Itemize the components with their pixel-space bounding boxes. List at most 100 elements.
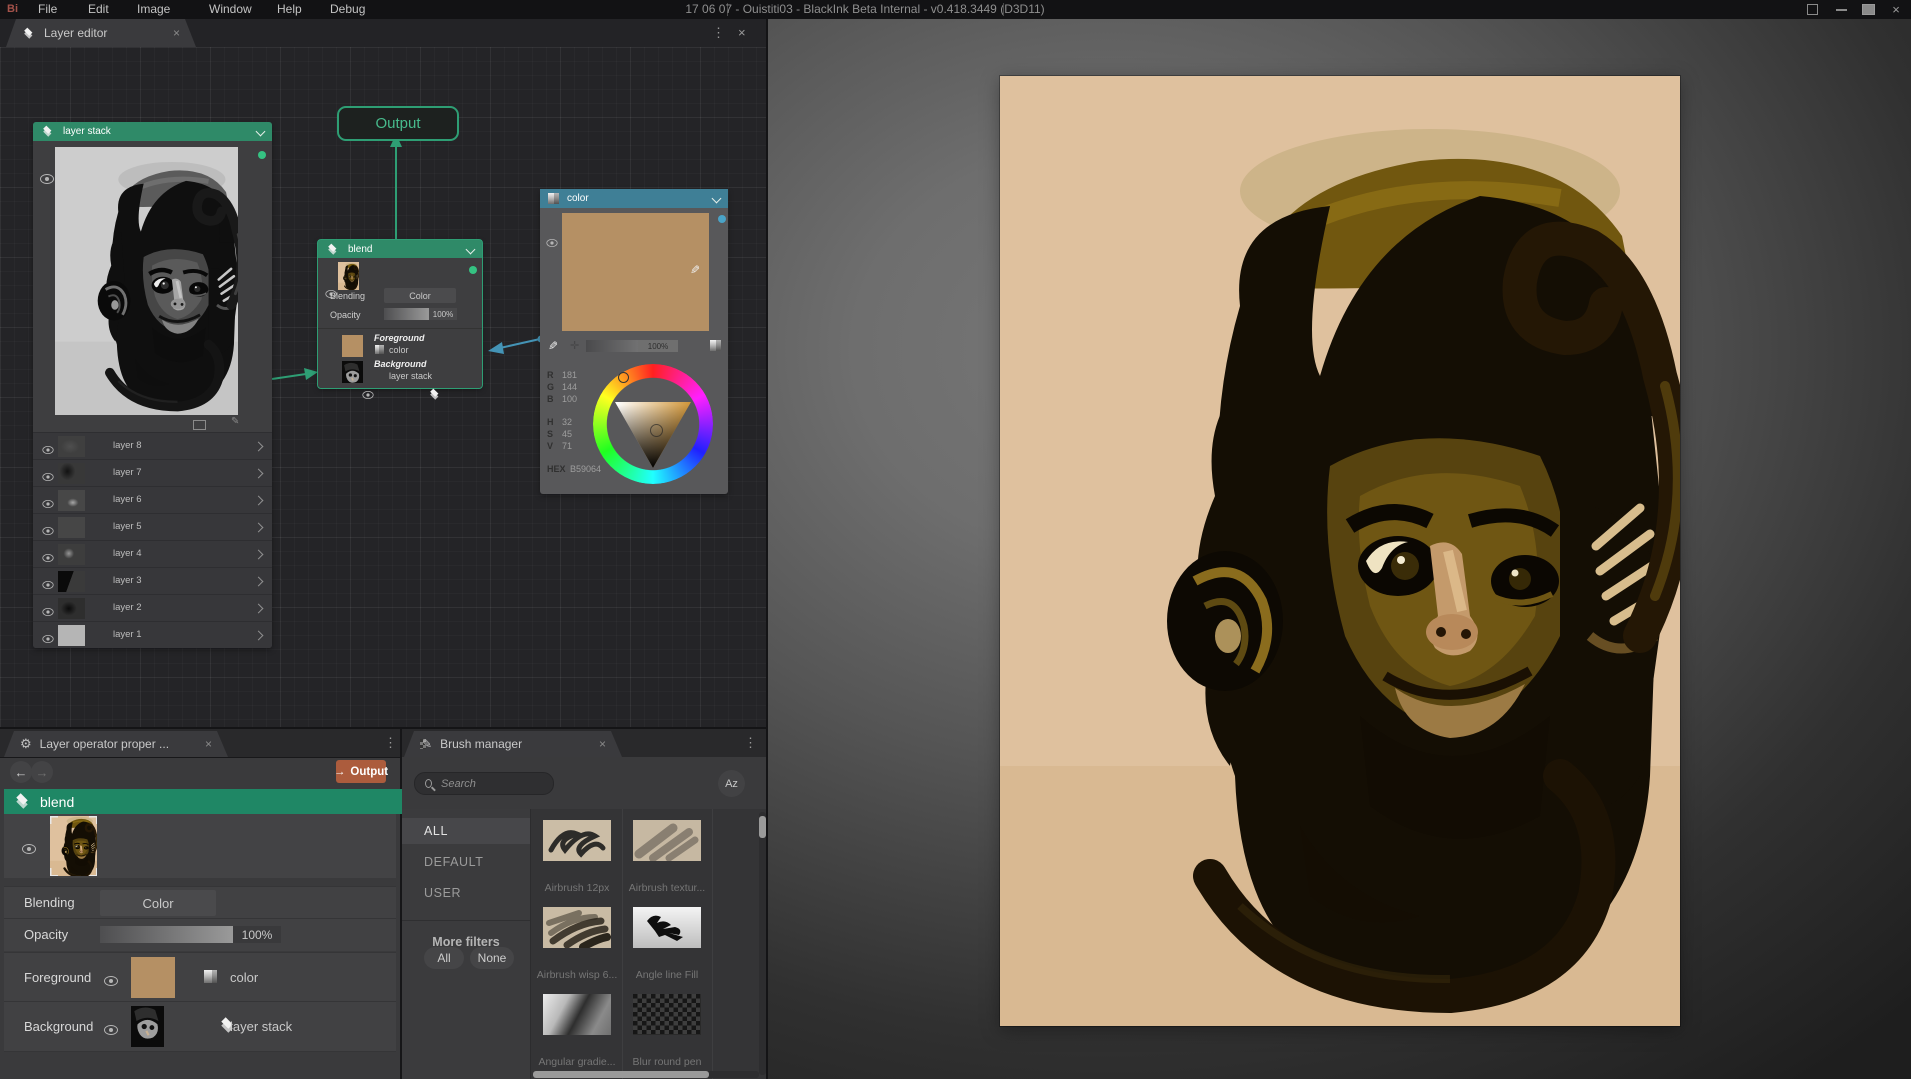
brush-item[interactable]: Airbrush wisp 6... bbox=[533, 901, 621, 987]
menu-edit[interactable]: Edit bbox=[82, 0, 115, 19]
chevron-down-icon[interactable] bbox=[712, 194, 722, 204]
filters-select-all-button[interactable]: All bbox=[424, 947, 464, 969]
gradient-icon[interactable] bbox=[710, 340, 721, 351]
tab-brush-manager[interactable]: ✎ Brush manager × bbox=[404, 731, 622, 757]
history-forward-button[interactable]: → bbox=[31, 761, 53, 783]
blend-node-header[interactable]: blend bbox=[318, 240, 482, 258]
chevron-right-icon[interactable] bbox=[254, 604, 264, 614]
sv-selector[interactable] bbox=[650, 424, 663, 437]
layer-visibility-eye-icon[interactable] bbox=[42, 446, 53, 454]
foreground-swatch[interactable] bbox=[131, 957, 175, 998]
layer-row[interactable]: layer 4 bbox=[33, 540, 272, 568]
node-editor-canvas[interactable]: Output layer stack ✎ layer 8 bbox=[0, 47, 768, 728]
foreground-swatch[interactable] bbox=[342, 335, 363, 357]
window-restore-button[interactable] bbox=[1800, 0, 1824, 19]
background-visibility-eye-icon[interactable] bbox=[362, 391, 373, 399]
chevron-right-icon[interactable] bbox=[254, 469, 264, 479]
horizontal-scrollbar[interactable] bbox=[533, 1071, 759, 1078]
color-swatch-large[interactable] bbox=[562, 213, 709, 331]
blend-node[interactable]: blend Blending Color Opacity 100% Foregr… bbox=[318, 240, 482, 388]
history-back-button[interactable]: ← bbox=[10, 761, 32, 783]
layer-visibility-eye-icon[interactable] bbox=[42, 581, 53, 589]
chevron-right-icon[interactable] bbox=[254, 577, 264, 587]
scrollbar-thumb[interactable] bbox=[533, 1071, 709, 1078]
operator-visibility-eye-icon[interactable] bbox=[22, 844, 36, 854]
eyedropper-icon[interactable]: ✎ bbox=[690, 263, 700, 277]
search-input[interactable] bbox=[439, 777, 543, 791]
chevron-right-icon[interactable] bbox=[254, 442, 264, 452]
layer-row[interactable]: layer 5 bbox=[33, 513, 272, 541]
menu-help[interactable]: Help bbox=[271, 0, 308, 19]
color-node-header[interactable]: color bbox=[540, 189, 728, 208]
layer-stack-node[interactable]: layer stack ✎ layer 8 bbox=[33, 122, 272, 648]
brush-category-user[interactable]: USER bbox=[402, 880, 530, 906]
chevron-right-icon[interactable] bbox=[254, 550, 264, 560]
layer-row[interactable]: layer 2 bbox=[33, 594, 272, 622]
background-thumbnail[interactable] bbox=[131, 1006, 164, 1047]
crosshair-icon[interactable]: ✛ bbox=[570, 339, 579, 352]
tab-close-icon[interactable]: × bbox=[599, 737, 606, 751]
tab-close-icon[interactable]: × bbox=[173, 26, 180, 40]
preview-mode-icon[interactable] bbox=[193, 420, 206, 430]
layer-visibility-eye-icon[interactable] bbox=[42, 608, 53, 616]
layer-row[interactable]: layer 6 bbox=[33, 486, 272, 514]
layer-stack-visibility-eye-icon[interactable] bbox=[40, 174, 54, 184]
sort-alphabetical-button[interactable]: Az bbox=[718, 770, 745, 797]
menu-file[interactable]: File bbox=[32, 0, 63, 19]
brush-item[interactable]: Angular gradie... bbox=[533, 988, 621, 1074]
brush-item[interactable]: Airbrush 12px bbox=[533, 814, 621, 900]
brush-edit-icon[interactable]: ✎ bbox=[231, 416, 239, 427]
tab-layer-editor[interactable]: Layer editor × bbox=[6, 19, 196, 47]
tab-layer-operator-properties[interactable]: ⚙ Layer operator proper ... × bbox=[4, 731, 228, 757]
layer-stack-node-header[interactable]: layer stack bbox=[33, 122, 272, 141]
brush-item[interactable]: Airbrush textur... bbox=[623, 814, 711, 900]
layer-visibility-eye-icon[interactable] bbox=[42, 554, 53, 562]
brush-search-box[interactable] bbox=[414, 772, 554, 795]
output-node[interactable]: Output bbox=[337, 106, 459, 141]
layer-row[interactable]: layer 8 bbox=[33, 432, 272, 460]
layer-visibility-eye-icon[interactable] bbox=[42, 635, 53, 643]
operator-result-thumbnail[interactable] bbox=[50, 816, 97, 876]
operator-header[interactable]: blend bbox=[4, 789, 420, 814]
chevron-down-icon[interactable] bbox=[256, 127, 266, 137]
chevron-right-icon[interactable] bbox=[254, 631, 264, 641]
background-visibility-eye-icon[interactable] bbox=[104, 1025, 118, 1035]
opacity-slider[interactable] bbox=[100, 926, 233, 943]
canvas-workspace[interactable] bbox=[768, 19, 1911, 1079]
filters-select-none-button[interactable]: None bbox=[470, 947, 514, 969]
foreground-visibility-eye-icon[interactable] bbox=[104, 976, 118, 986]
layer-row[interactable]: layer 1 bbox=[33, 621, 272, 648]
chevron-right-icon[interactable] bbox=[254, 523, 264, 533]
go-to-output-button[interactable]: → Output bbox=[336, 760, 386, 783]
layer-row[interactable]: layer 7 bbox=[33, 459, 272, 487]
brush-item[interactable]: Angle line Fill bbox=[623, 901, 711, 987]
color-node[interactable]: color ✎ ✎ ✛ 100% R 181 G 144 B 100 H 32 … bbox=[540, 189, 728, 494]
brush-category-all[interactable]: ALL bbox=[402, 818, 530, 844]
chevron-down-icon[interactable] bbox=[466, 244, 476, 254]
panel-menu-icon[interactable]: ⋮ bbox=[384, 736, 397, 749]
layer-visibility-eye-icon[interactable] bbox=[42, 527, 53, 535]
layer-visibility-eye-icon[interactable] bbox=[42, 500, 53, 508]
chevron-right-icon[interactable] bbox=[254, 496, 264, 506]
layer-stack-preview[interactable] bbox=[55, 147, 238, 415]
scrollbar-thumb[interactable] bbox=[759, 816, 766, 838]
window-close-button[interactable]: × bbox=[1884, 0, 1908, 19]
layer-row[interactable]: layer 3 bbox=[33, 567, 272, 595]
menu-window[interactable]: Window bbox=[203, 0, 258, 19]
opacity-slider[interactable] bbox=[384, 308, 429, 320]
brush-item[interactable]: Blur round pen bbox=[623, 988, 711, 1074]
vertical-scrollbar[interactable] bbox=[759, 812, 766, 1075]
panel-close-icon[interactable]: × bbox=[738, 25, 746, 40]
blending-mode-button[interactable]: Color bbox=[100, 890, 216, 916]
painting-canvas[interactable] bbox=[1000, 76, 1680, 1026]
hue-selector[interactable] bbox=[618, 372, 629, 383]
menu-debug[interactable]: Debug bbox=[324, 0, 371, 19]
tab-close-icon[interactable]: × bbox=[205, 737, 212, 751]
color-visibility-eye-icon[interactable] bbox=[546, 239, 557, 247]
layer-visibility-eye-icon[interactable] bbox=[42, 473, 53, 481]
node-output-port[interactable] bbox=[258, 151, 266, 159]
brush-category-default[interactable]: DEFAULT bbox=[402, 849, 530, 875]
panel-menu-icon[interactable]: ⋮ bbox=[744, 736, 757, 749]
node-output-port[interactable] bbox=[469, 266, 477, 274]
window-maximize-button[interactable] bbox=[1856, 0, 1880, 19]
